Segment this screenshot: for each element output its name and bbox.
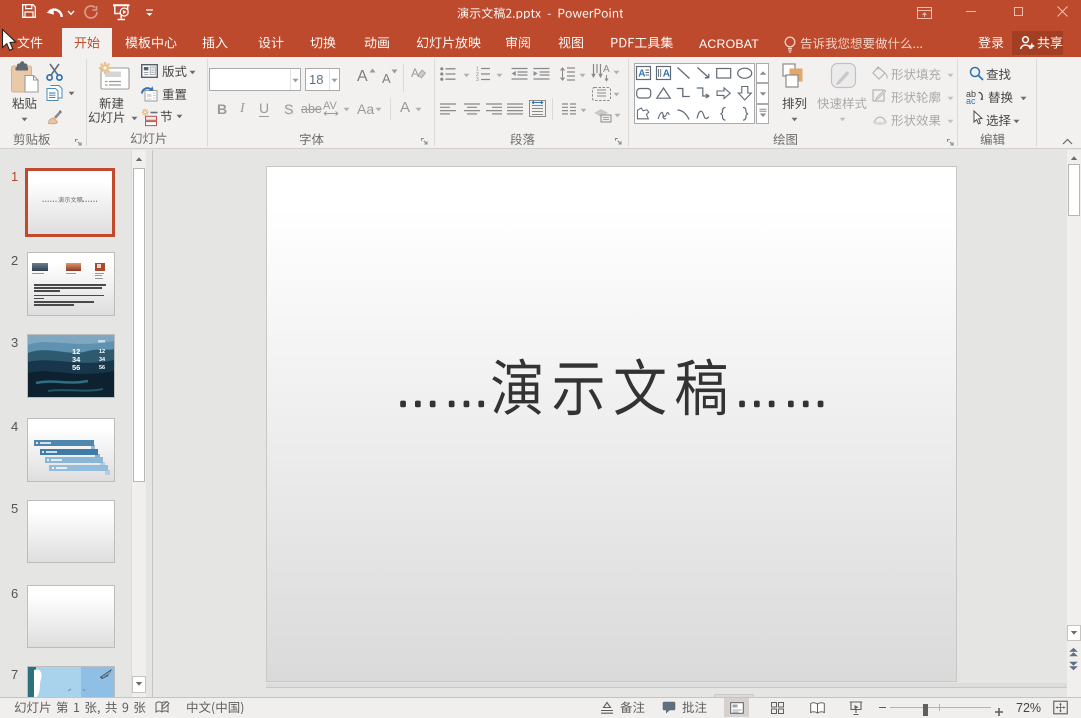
svg-text:ac: ac (966, 96, 976, 106)
svg-text:A: A (411, 66, 419, 80)
svg-text:56: 56 (72, 363, 80, 372)
svg-text:AV: AV (323, 100, 338, 112)
svg-text:A: A (663, 69, 670, 80)
svg-text:56: 56 (99, 365, 105, 371)
svg-text:A: A (603, 64, 610, 75)
svg-text:3: 3 (476, 77, 479, 83)
svg-text:A: A (638, 69, 645, 80)
svg-text:34: 34 (99, 357, 106, 363)
svg-text:12: 12 (99, 349, 105, 355)
